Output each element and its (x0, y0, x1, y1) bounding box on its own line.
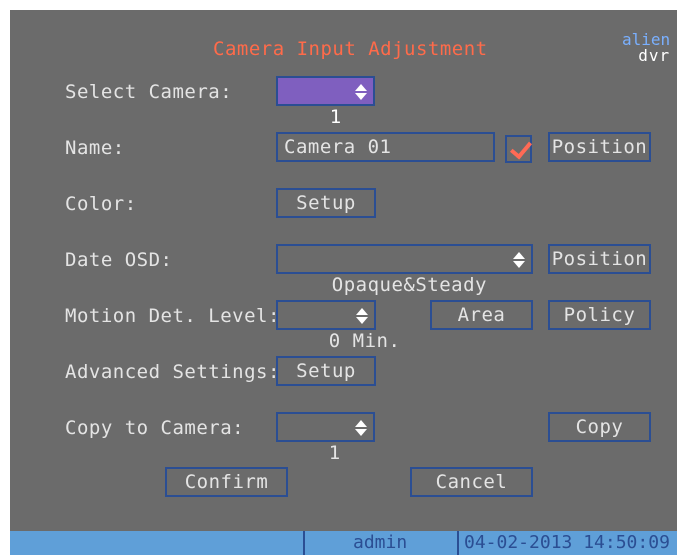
select-camera-value: 1 (329, 106, 342, 128)
advanced-settings-label: Advanced Settings: (65, 361, 280, 383)
advanced-setup-button[interactable]: Setup (276, 356, 376, 386)
status-divider (457, 531, 459, 555)
camera-name-input[interactable]: Camera 01 (276, 132, 495, 162)
spinner-arrows-icon (355, 420, 367, 436)
spinner-arrows-icon (513, 252, 525, 268)
date-osd-value: Opaque&Steady (331, 274, 487, 296)
cancel-button[interactable]: Cancel (410, 467, 533, 497)
alien-dvr-logo: alien dvr (622, 32, 670, 64)
status-user: admin (353, 532, 408, 553)
dialog-title: Camera Input Adjustment (213, 38, 488, 60)
copy-button[interactable]: Copy (548, 412, 651, 442)
date-osd-dropdown[interactable]: Opaque&Steady (276, 244, 533, 296)
logo-line-2: dvr (638, 46, 671, 65)
name-position-button[interactable]: Position (548, 132, 651, 162)
date-osd-position-button[interactable]: Position (548, 244, 651, 274)
motion-area-button[interactable]: Area (430, 300, 533, 330)
camera-input-adjustment-dialog: Camera Input Adjustment alien dvr Select… (10, 10, 677, 555)
copy-to-camera-label: Copy to Camera: (65, 417, 245, 439)
copy-to-camera-value: 1 (328, 442, 341, 464)
select-camera-dropdown[interactable]: 1 (276, 76, 375, 128)
name-label: Name: (65, 137, 125, 159)
status-divider (303, 531, 305, 555)
status-datetime: 04-02-2013 14:50:09 (464, 532, 670, 553)
spinner-arrows-icon (355, 84, 367, 100)
motion-detection-label: Motion Det. Level: (65, 305, 280, 327)
motion-level-dropdown[interactable]: 0 Min. (276, 300, 400, 352)
confirm-button[interactable]: Confirm (165, 467, 288, 497)
spinner-arrows-icon (356, 308, 368, 324)
copy-to-camera-dropdown[interactable]: 1 (276, 412, 375, 464)
status-bar: admin 04-02-2013 14:50:09 (10, 531, 677, 555)
color-label: Color: (65, 193, 137, 215)
select-camera-label: Select Camera: (65, 81, 233, 103)
date-osd-label: Date OSD: (65, 249, 173, 271)
show-name-checkbox[interactable] (505, 135, 532, 163)
color-setup-button[interactable]: Setup (276, 188, 376, 218)
motion-policy-button[interactable]: Policy (548, 300, 651, 330)
motion-level-value: 0 Min. (328, 330, 401, 352)
